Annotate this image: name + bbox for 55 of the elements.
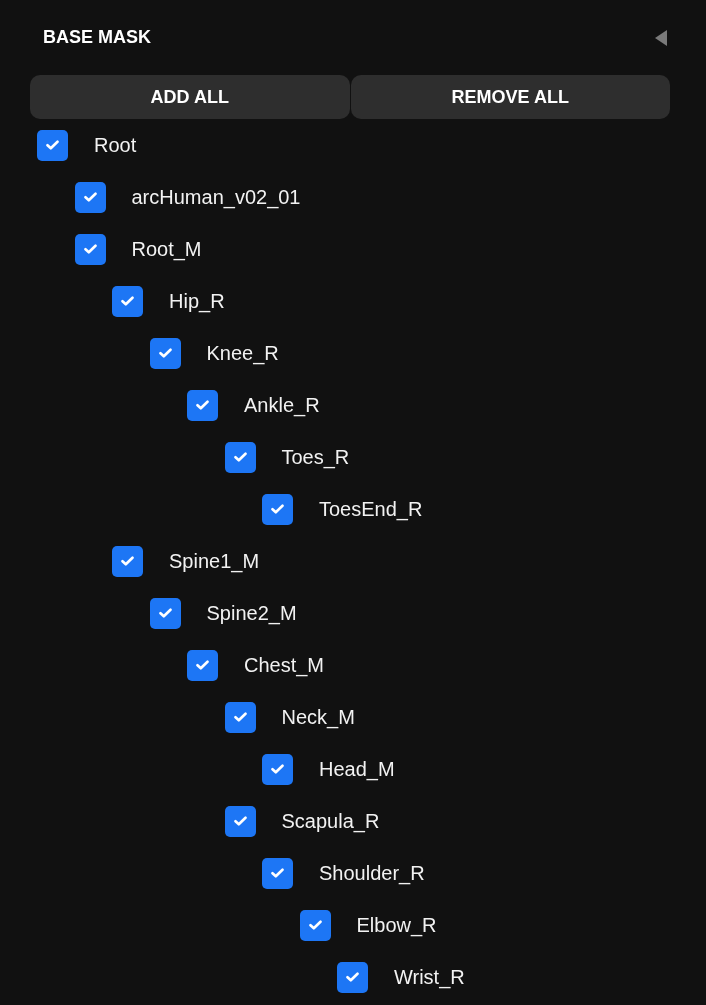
- tree-item-label: Knee_R: [206, 341, 279, 365]
- checkbox[interactable]: [187, 649, 218, 681]
- checkbox[interactable]: [187, 389, 218, 421]
- check-icon: [346, 972, 359, 982]
- checkbox[interactable]: [37, 129, 68, 161]
- tree-item-label: Root_M: [131, 237, 202, 261]
- tree-item-label: Chest_M: [244, 653, 325, 677]
- check-icon: [158, 348, 172, 358]
- check-icon: [308, 920, 322, 930]
- checkbox[interactable]: [112, 285, 143, 317]
- tree-item-label: Wrist_R: [394, 965, 465, 989]
- tree-item-label: Head_M: [319, 757, 395, 781]
- checkbox[interactable]: [74, 233, 106, 265]
- check-icon: [233, 816, 247, 826]
- check-icon: [158, 608, 172, 618]
- checkbox[interactable]: [299, 909, 331, 941]
- checkbox[interactable]: [262, 493, 293, 525]
- check-icon: [233, 712, 247, 722]
- check-icon: [196, 660, 209, 670]
- check-icon: [46, 140, 59, 150]
- checkbox[interactable]: [224, 805, 256, 837]
- remove-all-button[interactable]: REMOVE ALL: [350, 75, 670, 119]
- collapse-icon[interactable]: [655, 29, 667, 46]
- tree-item-label: Toes_R: [281, 445, 350, 469]
- tree-item-label: Root: [94, 133, 137, 157]
- tree-item-label: Elbow_R: [356, 913, 437, 937]
- checkbox[interactable]: [112, 545, 143, 577]
- check-icon: [83, 244, 97, 254]
- checkbox[interactable]: [224, 441, 256, 473]
- tree-item-label: Scapula_R: [281, 809, 380, 833]
- checkbox[interactable]: [149, 597, 181, 629]
- check-icon: [121, 556, 134, 566]
- tree-item-label: Spine2_M: [206, 601, 297, 625]
- add-all-button[interactable]: ADD ALL: [30, 75, 350, 119]
- checkbox[interactable]: [224, 701, 256, 733]
- checkbox[interactable]: [262, 857, 293, 889]
- checkbox[interactable]: [74, 181, 106, 213]
- checkbox[interactable]: [337, 961, 368, 993]
- tree-item-label: arcHuman_v02_01: [131, 185, 301, 209]
- checkbox[interactable]: [262, 753, 293, 785]
- check-icon: [271, 764, 284, 774]
- check-icon: [196, 400, 209, 410]
- check-icon: [121, 296, 134, 306]
- tree-item-label: Spine1_M: [169, 549, 260, 573]
- check-icon: [83, 192, 97, 202]
- checkbox[interactable]: [149, 337, 181, 369]
- check-icon: [271, 868, 284, 878]
- check-icon: [271, 504, 284, 514]
- panel-title: BASE MASK: [43, 27, 151, 48]
- tree-item-label: Ankle_R: [244, 393, 320, 417]
- tree-item-label: ToesEnd_R: [319, 497, 423, 521]
- check-icon: [233, 452, 247, 462]
- tree-item-label: Shoulder_R: [319, 861, 425, 885]
- tree-item-label: Hip_R: [169, 289, 225, 313]
- tree-item-label: Neck_M: [281, 705, 355, 729]
